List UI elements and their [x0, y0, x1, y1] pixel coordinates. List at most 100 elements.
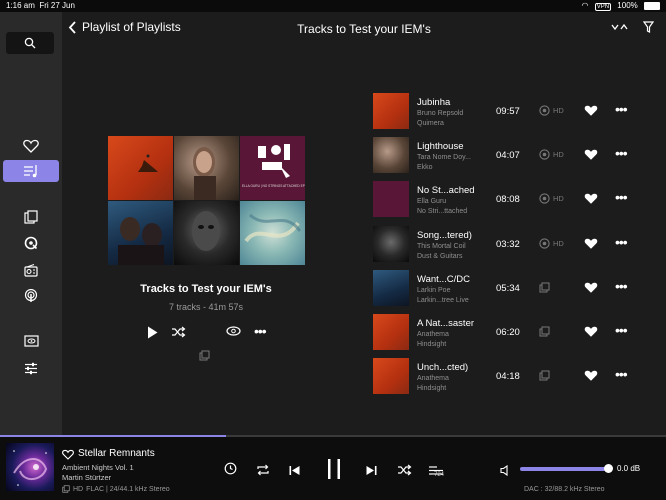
library-status — [539, 370, 550, 381]
track-cover — [373, 181, 409, 218]
shuffle-playback-button[interactable] — [397, 463, 412, 481]
qobuz-icon — [24, 236, 38, 250]
heart-filled-icon — [584, 194, 598, 205]
repeat-icon — [257, 464, 269, 476]
heart-outline-icon — [23, 139, 39, 153]
speaker-icon — [500, 464, 508, 477]
track-row[interactable]: Jubinha Bruno Repsold Quimera 09:57 HD ••• — [372, 93, 662, 131]
more-options-button[interactable]: ••• — [254, 323, 267, 339]
volume-mute-button[interactable] — [500, 463, 510, 481]
now-playing-cover[interactable] — [6, 443, 54, 491]
track-cover — [373, 225, 409, 262]
sidebar-item-qobuz[interactable] — [3, 232, 59, 254]
hires-icon — [539, 149, 550, 160]
track-album: No Stri...ttached — [417, 208, 468, 216]
play-icon — [148, 326, 158, 339]
track-more-button[interactable]: ••• — [615, 367, 628, 381]
track-duration: 03:32 — [496, 238, 520, 250]
shuffle-icon — [398, 464, 412, 476]
playlist-cover-mosaic: ELLA GURU | NO STRINGS ATTACHED EP — [108, 136, 305, 265]
sidebar-item-library[interactable] — [3, 206, 59, 228]
sidebar-item-radio[interactable] — [3, 259, 59, 281]
hd-badge: HD — [539, 237, 564, 249]
library-status — [539, 326, 550, 337]
page-title: Tracks to Test your IEM's — [297, 22, 431, 36]
track-album: Hindsight — [417, 341, 447, 348]
track-row[interactable]: Want...C/DC Larkin Poe Larkin...tree Live 0… — [372, 269, 662, 308]
track-favorite-button[interactable] — [584, 325, 598, 343]
track-duration: 04:18 — [496, 371, 520, 383]
track-favorite-button[interactable] — [584, 192, 598, 210]
track-artist: Tara Nome Doy... — [417, 154, 471, 162]
now-playing-hd-badge: HD — [73, 485, 84, 493]
track-more-button[interactable]: ••• — [615, 190, 628, 204]
track-row[interactable]: A Nat...saster Anathema Hindsight 06:20 ••• — [372, 314, 662, 352]
cover-tile-5 — [174, 201, 239, 265]
heart-filled-icon — [584, 149, 598, 160]
track-more-button[interactable]: ••• — [615, 146, 628, 160]
hires-icon — [539, 237, 550, 249]
sliders-icon — [25, 362, 37, 374]
track-cover — [373, 137, 409, 174]
play-button[interactable] — [147, 326, 158, 339]
track-duration: 08:08 — [496, 194, 520, 206]
track-artist: Larkin Poe — [417, 286, 451, 294]
track-artist: Anathema — [417, 375, 449, 383]
next-track-button[interactable] — [366, 463, 377, 481]
library-icon — [539, 326, 550, 337]
sidebar-item-playlists[interactable] — [3, 160, 59, 182]
sleep-timer-button[interactable] — [224, 462, 237, 480]
track-title: Lighthouse — [417, 141, 464, 153]
sidebar-item-podcasts[interactable] — [3, 285, 59, 307]
radio-icon — [24, 263, 38, 277]
sidebar-item-settings[interactable] — [3, 357, 59, 379]
track-favorite-button[interactable] — [584, 237, 598, 255]
cover-tile-3: ELLA GURU | NO STRINGS ATTACHED EP — [240, 136, 305, 200]
pause-icon — [328, 459, 340, 479]
heart-outline-icon — [62, 449, 74, 460]
sidebar-search-button[interactable] — [6, 32, 54, 54]
shuffle-icon — [172, 326, 186, 338]
volume-slider-handle[interactable] — [604, 464, 613, 473]
cover-tile-4 — [108, 201, 173, 265]
top-bar: Playlist of Playlists Tracks to Test you… — [62, 12, 666, 46]
sidebar-item-hidden[interactable] — [3, 330, 59, 352]
hd-badge: HD — [539, 105, 564, 116]
track-row[interactable]: Song...tered) This Mortal Coil Dust & Guit… — [372, 225, 662, 264]
hide-button[interactable] — [226, 326, 241, 336]
cover-tile-6 — [240, 201, 305, 265]
previous-track-button[interactable] — [289, 463, 300, 481]
pause-button[interactable] — [326, 458, 342, 485]
track-album: Larkin...tree Live — [417, 296, 469, 304]
track-favorite-button[interactable] — [584, 104, 598, 122]
skip-forward-icon — [366, 466, 377, 475]
volume-slider[interactable] — [520, 467, 608, 471]
library-status — [539, 282, 550, 293]
track-favorite-button[interactable] — [584, 369, 598, 387]
track-more-button[interactable]: ••• — [615, 323, 628, 337]
track-favorite-button[interactable] — [584, 148, 598, 166]
sort-icon[interactable] — [611, 22, 629, 32]
track-row[interactable]: No St...ached Ella Guru No Stri...ttached 0… — [372, 181, 662, 219]
track-title: Jubinha — [417, 97, 451, 108]
track-favorite-button[interactable] — [584, 281, 598, 299]
track-row[interactable]: Lighthouse Tara Nome Doy... Ekko 04:07 HD ••• — [372, 137, 662, 175]
repeat-button[interactable] — [256, 463, 270, 481]
cover-tile-3-caption: ELLA GURU | NO STRINGS ATTACHED EP — [242, 184, 305, 188]
library-icon — [539, 282, 550, 293]
filter-icon[interactable] — [643, 21, 654, 33]
sidebar-item-favorites[interactable] — [3, 135, 59, 157]
track-row[interactable]: Unch...cted) Anathema Hindsight 04:18 ••• — [372, 358, 662, 396]
playlist-title: Tracks to Test your IEM's — [140, 283, 272, 295]
heart-filled-icon — [584, 326, 598, 337]
wifi-icon: ◠ — [581, 1, 589, 10]
track-more-button[interactable]: ••• — [615, 279, 628, 293]
cover-tile-1 — [108, 136, 173, 200]
playlist-meta: 7 tracks - 41m 57s — [168, 302, 244, 312]
shuffle-button[interactable] — [171, 326, 186, 338]
track-more-button[interactable]: ••• — [615, 102, 628, 116]
track-album: Ekko — [417, 164, 433, 172]
track-title: No St...ached — [417, 185, 475, 197]
now-playing-album: Ambient Nights Vol. 1 — [62, 463, 134, 472]
track-more-button[interactable]: ••• — [615, 235, 628, 249]
